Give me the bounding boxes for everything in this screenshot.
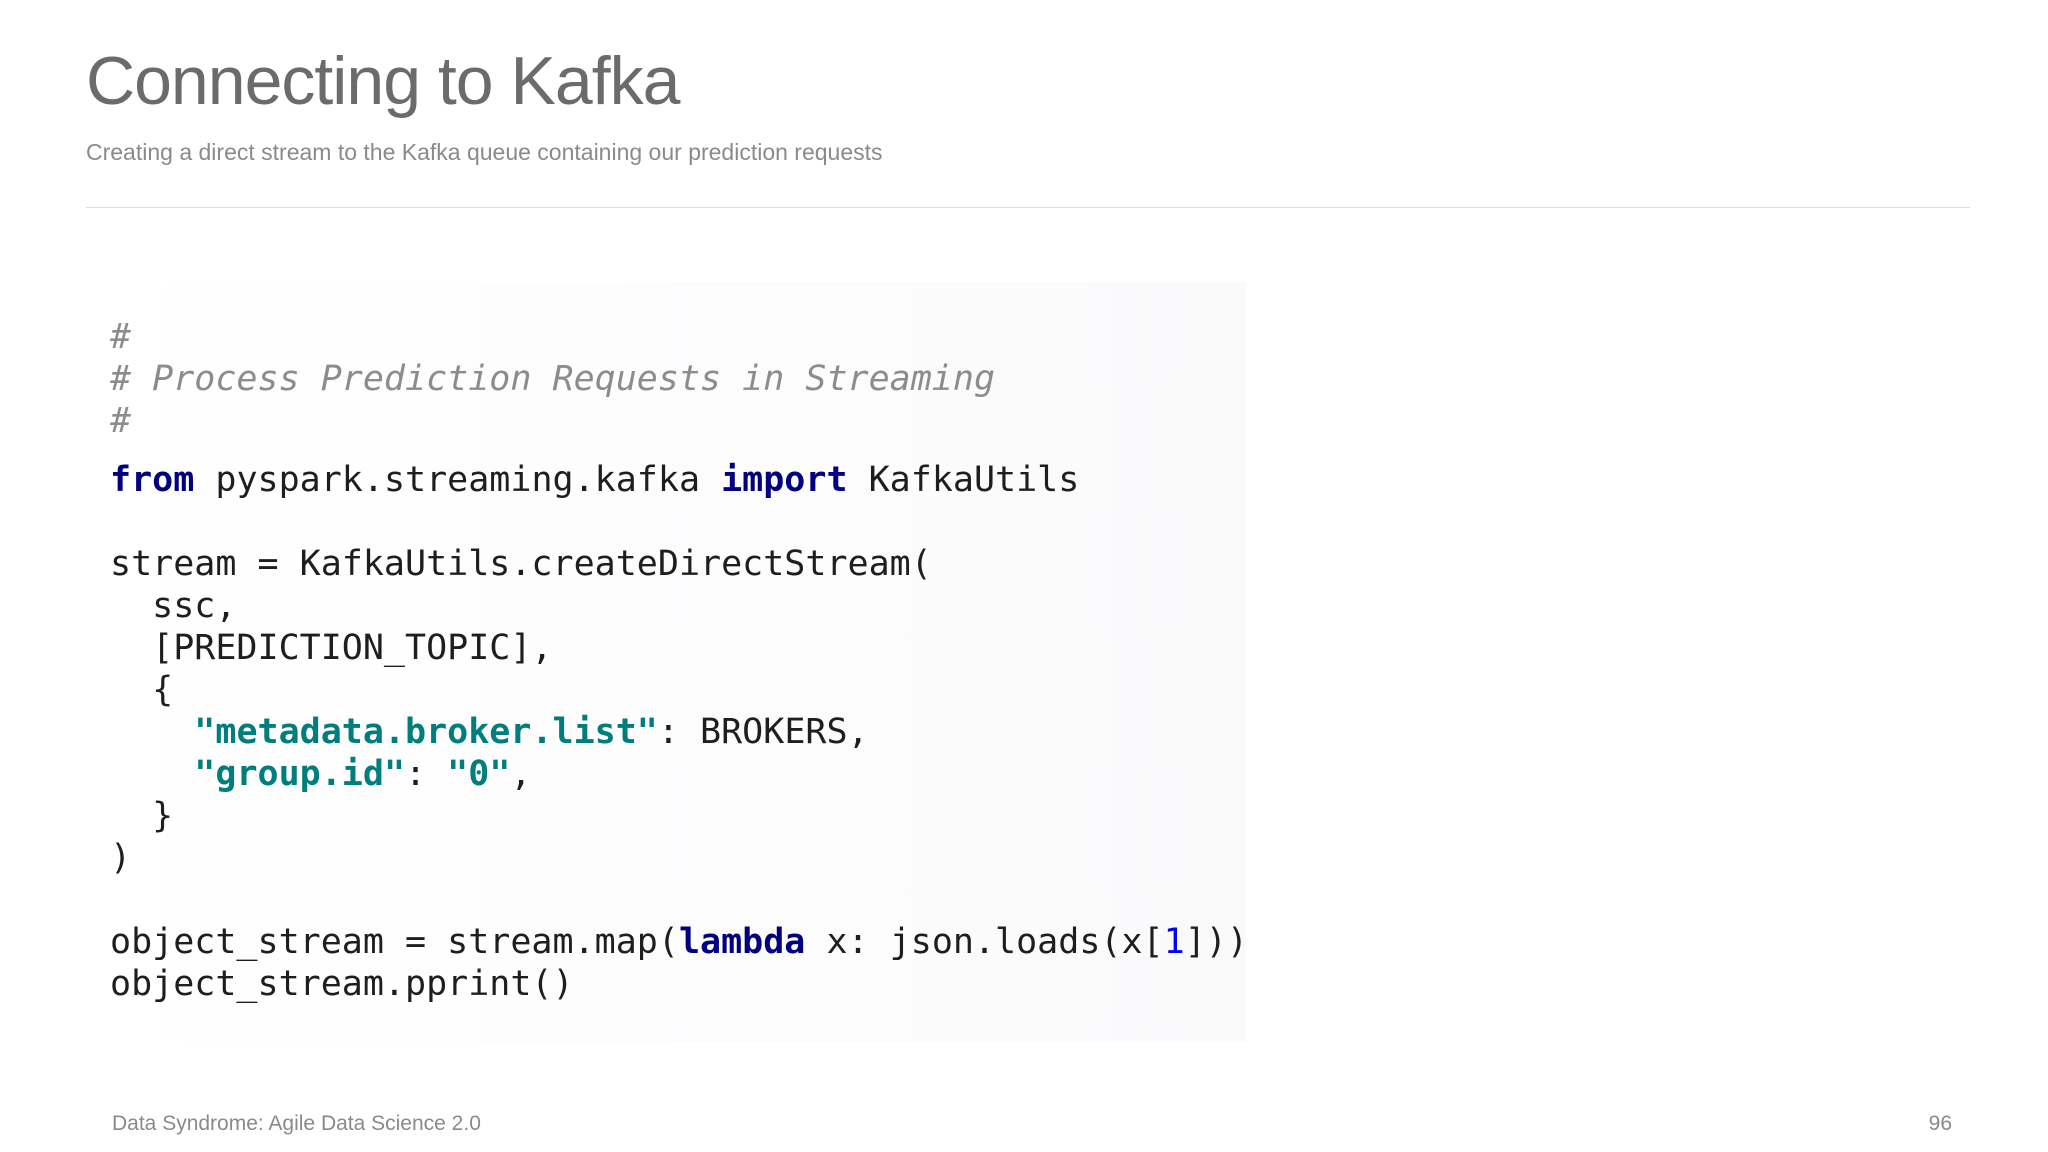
code-comment: # bbox=[110, 401, 132, 441]
code-line: } bbox=[110, 795, 1248, 837]
code-text: pyspark.streaming.kafka bbox=[194, 460, 722, 500]
code-line: ) bbox=[110, 837, 1248, 879]
code-line: [PREDICTION_TOPIC], bbox=[110, 627, 1248, 669]
code-text: x: json.loads(x[ bbox=[805, 922, 1164, 962]
code-line: stream = KafkaUtils.createDirectStream( bbox=[110, 543, 1248, 585]
code-text: ssc, bbox=[110, 586, 237, 626]
footer-source: Data Syndrome: Agile Data Science 2.0 bbox=[112, 1112, 481, 1135]
code-text: : bbox=[405, 754, 448, 794]
code-text: object_stream = stream.map( bbox=[110, 922, 679, 962]
slide-title: Connecting to Kafka bbox=[86, 43, 680, 119]
code-block: # # Process Prediction Requests in Stream… bbox=[110, 316, 1248, 1005]
code-text: [PREDICTION_TOPIC], bbox=[110, 628, 553, 668]
code-string: "group.id" bbox=[194, 754, 406, 794]
code-comment: # Process Prediction Requests in Streami… bbox=[110, 359, 996, 399]
code-line: # bbox=[110, 400, 1248, 442]
code-string: "0" bbox=[447, 754, 511, 794]
code-keyword: lambda bbox=[678, 922, 806, 962]
code-text: stream = KafkaUtils.createDirectStream( bbox=[110, 544, 932, 584]
code-line: { bbox=[110, 669, 1248, 711]
slide-subtitle: Creating a direct stream to the Kafka qu… bbox=[86, 139, 883, 165]
code-line: # bbox=[110, 316, 1248, 358]
code-spacer bbox=[110, 501, 1248, 543]
code-text: object_stream.pprint() bbox=[110, 964, 574, 1004]
title-divider bbox=[86, 207, 1970, 208]
code-text: ])) bbox=[1184, 922, 1248, 962]
code-line: object_stream = stream.map(lambda x: jso… bbox=[110, 921, 1248, 963]
code-text: { bbox=[110, 670, 174, 710]
code-spacer bbox=[110, 442, 1248, 459]
code-line: from pyspark.streaming.kafka import Kafk… bbox=[110, 459, 1248, 501]
code-line: object_stream.pprint() bbox=[110, 963, 1248, 1005]
code-line: "group.id": "0", bbox=[110, 753, 1248, 795]
code-line: "metadata.broker.list": BROKERS, bbox=[110, 711, 1248, 753]
code-line: # Process Prediction Requests in Streami… bbox=[110, 358, 1248, 400]
code-line: ssc, bbox=[110, 585, 1248, 627]
code-text: } bbox=[110, 796, 174, 836]
page-number: 96 bbox=[1928, 1112, 1952, 1135]
code-number: 1 bbox=[1163, 922, 1185, 962]
code-text: KafkaUtils bbox=[847, 460, 1080, 500]
code-spacer bbox=[110, 879, 1248, 921]
code-keyword: import bbox=[721, 460, 848, 500]
code-keyword: from bbox=[110, 460, 195, 500]
code-text: ) bbox=[110, 838, 132, 878]
code-text: : BROKERS, bbox=[657, 712, 869, 752]
code-comment: # bbox=[110, 317, 132, 357]
code-text: , bbox=[510, 754, 532, 794]
slide: Connecting to Kafka Creating a direct st… bbox=[0, 0, 2048, 1152]
code-string: "metadata.broker.list" bbox=[194, 712, 658, 752]
